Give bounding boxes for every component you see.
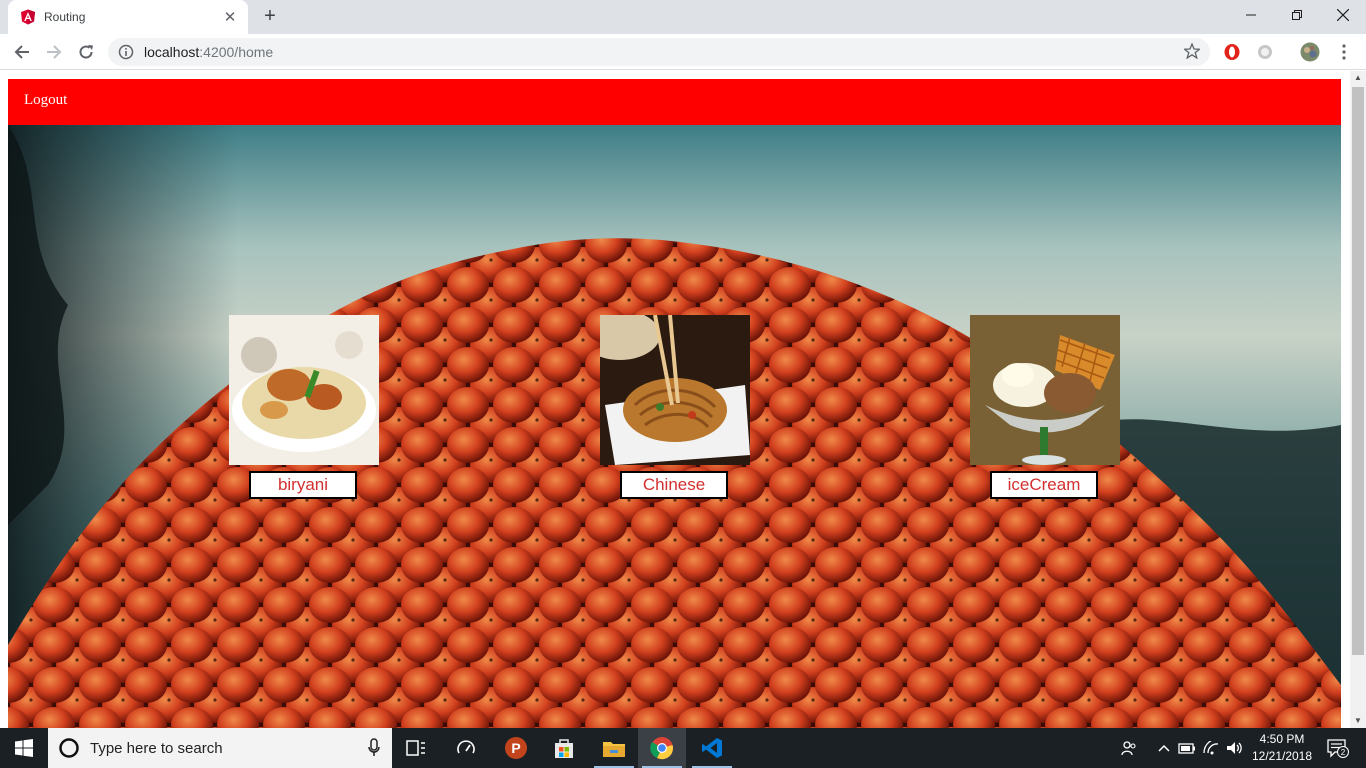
show-hidden-icons-button[interactable] xyxy=(1154,728,1174,768)
windows-logo-icon xyxy=(15,739,33,757)
notification-icon: 2 xyxy=(1327,739,1349,758)
taskbar-search-box[interactable]: Type here to search xyxy=(48,728,392,768)
food-label-chinese[interactable]: Chinese xyxy=(620,471,728,499)
store-icon xyxy=(555,739,573,758)
taskbar-app-p[interactable]: P xyxy=(492,728,540,768)
microsoft-store-button[interactable] xyxy=(540,728,588,768)
food-label-biryani[interactable]: biryani xyxy=(249,471,357,499)
task-view-icon xyxy=(406,740,425,756)
close-icon xyxy=(1337,9,1349,21)
close-window-button[interactable] xyxy=(1320,0,1366,30)
wifi-button[interactable] xyxy=(1200,728,1224,768)
start-button[interactable] xyxy=(0,728,48,768)
chevron-up-icon xyxy=(1158,744,1170,752)
url-path: :4200/home xyxy=(199,44,274,60)
food-label-icecream[interactable]: iceCream xyxy=(990,471,1098,499)
angular-icon xyxy=(21,9,35,25)
action-center-button[interactable]: 2 xyxy=(1320,728,1356,768)
volume-icon xyxy=(1227,742,1242,754)
browser-tab[interactable]: Routing ✕ xyxy=(8,0,248,34)
logout-link[interactable]: Logout xyxy=(24,92,67,109)
chinese-noodles-photo xyxy=(600,315,750,465)
app-navbar: Logout xyxy=(8,79,1341,125)
opera-extension-icon[interactable] xyxy=(1222,42,1242,62)
notification-count: 2 xyxy=(1341,748,1346,757)
search-placeholder: Type here to search xyxy=(90,739,223,757)
microphone-icon[interactable] xyxy=(368,738,380,758)
folder-icon xyxy=(603,742,625,757)
volume-button[interactable] xyxy=(1224,728,1246,768)
clock-date: 12/21/2018 xyxy=(1251,749,1313,763)
forward-button[interactable] xyxy=(42,40,66,64)
forward-arrow-icon xyxy=(47,45,62,59)
minimize-button[interactable] xyxy=(1228,0,1274,30)
chrome-taskbar-button[interactable] xyxy=(638,728,686,768)
chrome-menu-button[interactable] xyxy=(1334,42,1354,62)
new-tab-button[interactable]: + xyxy=(258,5,282,29)
file-explorer-button[interactable] xyxy=(590,728,638,768)
record-extension-icon[interactable] xyxy=(1255,42,1275,62)
reload-icon xyxy=(79,45,93,59)
more-vert-icon xyxy=(1342,44,1346,60)
taskbar-clock[interactable]: 4:50 PM 12/21/2018 xyxy=(1244,731,1320,765)
battery-icon xyxy=(1178,743,1195,754)
clock-time: 4:50 PM xyxy=(1259,732,1305,746)
address-bar[interactable]: localhost:4200/home xyxy=(108,38,1210,66)
speed-app-button[interactable] xyxy=(442,728,490,768)
minimize-icon xyxy=(1246,14,1256,16)
tab-close-icon[interactable]: ✕ xyxy=(222,8,238,26)
bookmark-star-icon[interactable] xyxy=(1184,43,1200,59)
url-text: localhost:4200/home xyxy=(144,44,273,60)
task-view-button[interactable] xyxy=(392,728,440,768)
restore-icon xyxy=(1292,10,1302,20)
cortana-icon xyxy=(59,738,79,758)
battery-button[interactable] xyxy=(1176,728,1198,768)
back-arrow-icon xyxy=(14,45,29,59)
restore-button[interactable] xyxy=(1274,0,1320,30)
ice-cream-photo xyxy=(970,315,1120,465)
scroll-down-arrow-icon[interactable]: ▼ xyxy=(1350,714,1366,728)
vscode-icon xyxy=(702,738,722,758)
info-icon xyxy=(118,44,134,60)
page-viewport: Logout biryani Chinese iceCream xyxy=(0,71,1350,728)
svg-text:P: P xyxy=(511,740,520,756)
background-image: biryani Chinese iceCream xyxy=(8,125,1341,728)
wifi-icon xyxy=(1203,741,1219,755)
biryani-photo xyxy=(229,315,379,465)
people-button[interactable] xyxy=(1116,728,1142,768)
vscode-taskbar-button[interactable] xyxy=(688,728,736,768)
reload-button[interactable] xyxy=(74,40,98,64)
p-app-icon: P xyxy=(505,737,527,759)
chrome-icon xyxy=(650,737,673,760)
back-button[interactable] xyxy=(10,40,34,64)
vertical-scrollbar[interactable]: ▲ ▼ xyxy=(1350,71,1366,728)
tab-title: Routing xyxy=(44,10,86,24)
scrollbar-thumb[interactable] xyxy=(1352,87,1364,655)
profile-avatar[interactable] xyxy=(1300,42,1320,62)
scroll-up-arrow-icon[interactable]: ▲ xyxy=(1350,71,1366,85)
url-host: localhost xyxy=(144,44,200,60)
windows-taskbar: Type here to search P 4:50 PM 12/21/2018… xyxy=(0,728,1366,768)
speedometer-icon xyxy=(457,740,475,754)
people-icon xyxy=(1121,741,1136,756)
tab-strip: Routing ✕ + xyxy=(0,0,1366,34)
browser-toolbar: localhost:4200/home xyxy=(0,34,1366,70)
